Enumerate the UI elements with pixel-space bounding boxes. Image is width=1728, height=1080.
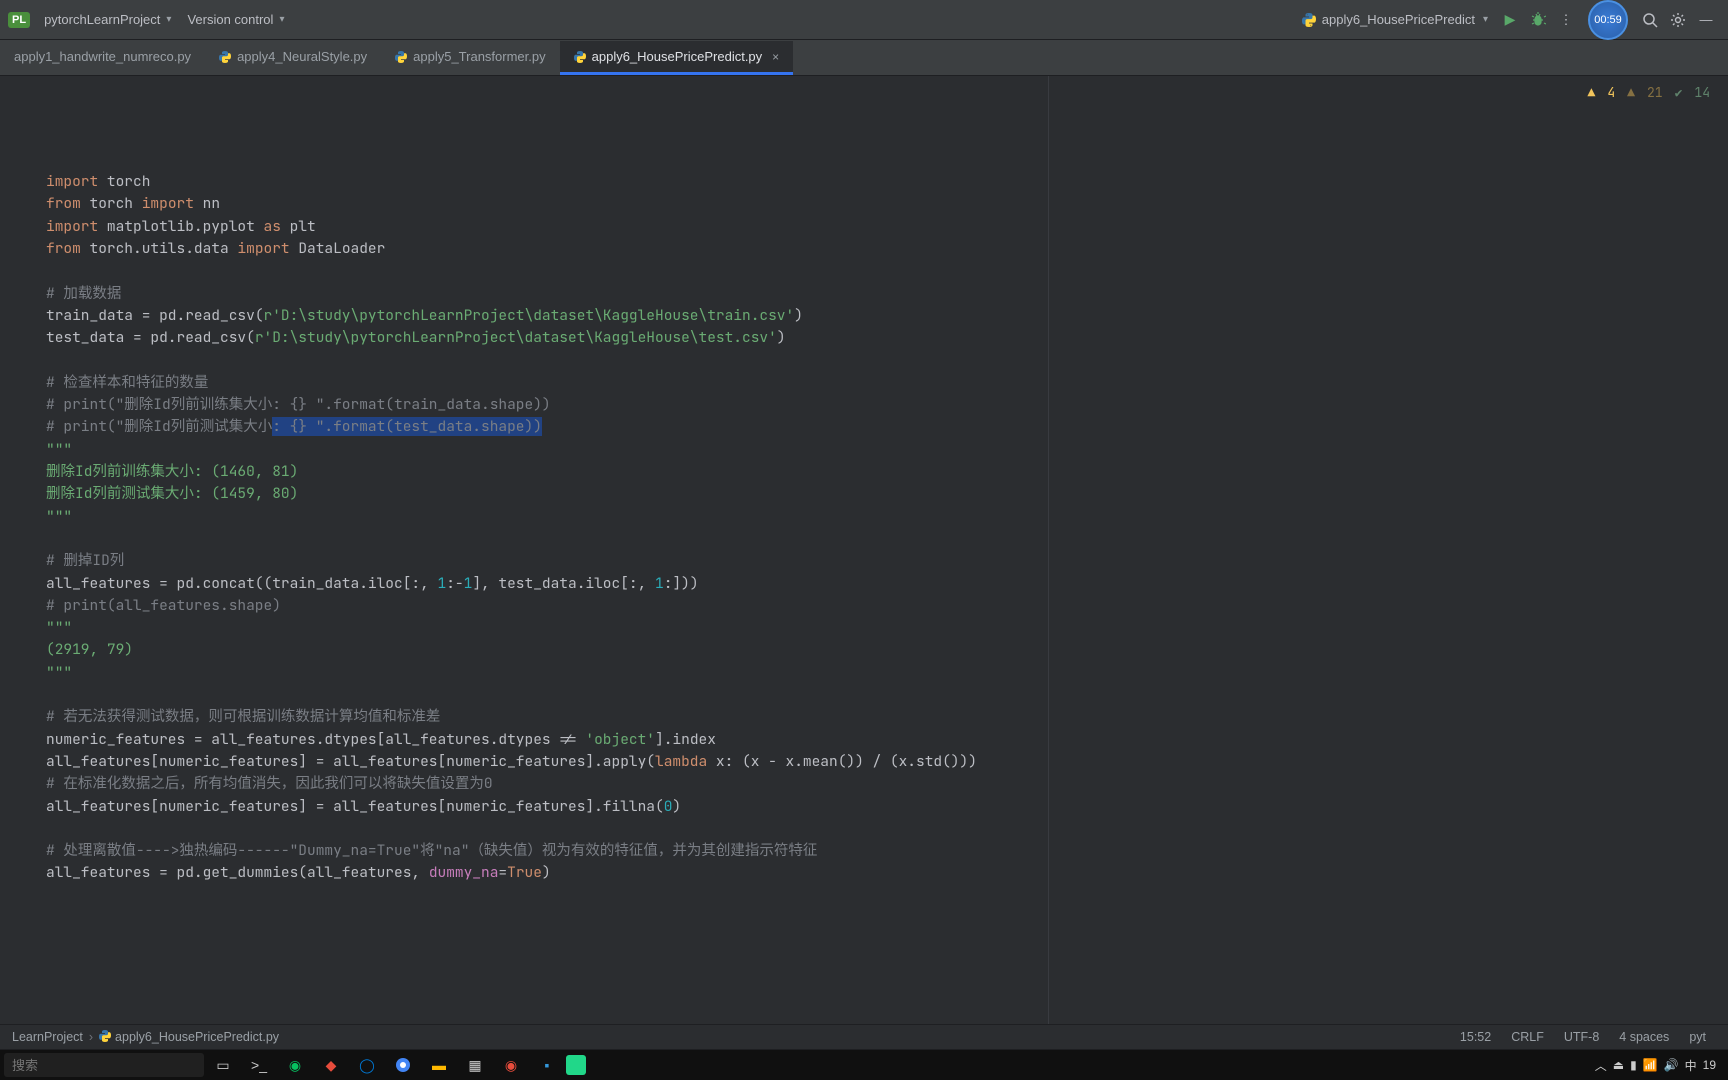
right-margin-line	[1048, 76, 1049, 1024]
tab-apply4[interactable]: apply4_NeuralStyle.py	[205, 41, 381, 75]
python-icon	[1302, 13, 1316, 27]
tray-usb-icon[interactable]: ⏏	[1613, 1058, 1624, 1072]
status-interpreter[interactable]: pyt	[1679, 1030, 1716, 1044]
tab-apply6[interactable]: apply6_HousePricePredict.py ×	[560, 41, 794, 75]
tab-apply5[interactable]: apply5_Transformer.py	[381, 41, 559, 75]
play-icon: ▶	[1505, 11, 1516, 28]
vcs-label: Version control	[187, 12, 273, 27]
code-area[interactable]: ▲4 ▲21 ✔14 import torchfrom torch import…	[38, 76, 1728, 1024]
app-icon-2[interactable]: ▦	[458, 1052, 492, 1078]
navbar: LearnProject › apply6_HousePricePredict.…	[0, 1024, 1728, 1050]
editor-tabs: apply1_handwrite_numreco.py apply4_Neura…	[0, 40, 1728, 76]
python-icon	[574, 51, 586, 63]
minimize-icon: —	[1700, 12, 1713, 27]
chevron-down-icon: ▾	[1483, 14, 1488, 25]
settings-button[interactable]	[1664, 6, 1692, 34]
gear-icon	[1670, 12, 1686, 28]
tab-label: apply1_handwrite_numreco.py	[14, 49, 191, 64]
tray-battery-icon[interactable]: ▮	[1630, 1058, 1637, 1072]
weak-warning-count: 21	[1647, 82, 1663, 104]
os-search-input[interactable]	[4, 1053, 204, 1077]
vcs-selector[interactable]: Version control ▾	[179, 8, 292, 31]
app-icon-3[interactable]: ◉	[494, 1052, 528, 1078]
python-icon	[395, 51, 407, 63]
breadcrumb-file[interactable]: apply6_HousePricePredict.py	[115, 1030, 279, 1044]
tray-volume-icon[interactable]: 🔊	[1664, 1058, 1679, 1072]
run-button[interactable]: ▶	[1496, 6, 1524, 34]
tray-wifi-icon[interactable]: 📶	[1643, 1058, 1658, 1072]
warning-count: 4	[1607, 82, 1615, 104]
wechat-icon[interactable]: ◉	[278, 1052, 312, 1078]
titlebar: PL pytorchLearnProject ▾ Version control…	[0, 0, 1728, 40]
debug-button[interactable]	[1524, 6, 1552, 34]
run-config-name: apply6_HousePricePredict	[1322, 12, 1475, 27]
bug-icon	[1530, 12, 1546, 28]
typo-count: 14	[1694, 82, 1710, 104]
typo-icon: ✔	[1675, 82, 1683, 104]
minimize-button[interactable]: —	[1692, 6, 1720, 34]
tray-date[interactable]: 19	[1703, 1058, 1716, 1072]
chevron-down-icon: ▾	[279, 14, 284, 25]
tab-label: apply4_NeuralStyle.py	[237, 49, 367, 64]
close-icon[interactable]: ×	[772, 50, 779, 64]
editor[interactable]: ▲4 ▲21 ✔14 import torchfrom torch import…	[0, 76, 1728, 1024]
edge-icon[interactable]: ◯	[350, 1052, 384, 1078]
tab-apply1[interactable]: apply1_handwrite_numreco.py	[0, 41, 205, 75]
os-taskbar: ▭ >_ ◉ ◆ ◯ ▬ ▦ ◉ ▪ ︿ ⏏ ▮ 📶 🔊 中 19	[0, 1050, 1728, 1080]
tray-ime[interactable]: 中	[1685, 1057, 1697, 1074]
chevron-right-icon: ›	[83, 1030, 99, 1044]
weak-warning-icon: ▲	[1627, 82, 1635, 104]
search-button[interactable]	[1636, 6, 1664, 34]
terminal-icon[interactable]: >_	[242, 1052, 276, 1078]
search-icon	[1642, 12, 1658, 28]
app-icon-4[interactable]: ▪	[530, 1052, 564, 1078]
python-icon	[99, 1030, 111, 1045]
tab-label: apply5_Transformer.py	[413, 49, 545, 64]
tab-label: apply6_HousePricePredict.py	[592, 49, 763, 64]
status-linesep[interactable]: CRLF	[1501, 1030, 1554, 1044]
pycharm-icon[interactable]	[566, 1055, 586, 1075]
project-selector[interactable]: pytorchLearnProject ▾	[36, 8, 179, 31]
status-indent[interactable]: 4 spaces	[1609, 1030, 1679, 1044]
kebab-icon: ⋮	[1560, 12, 1573, 28]
explorer-icon[interactable]: ▬	[422, 1052, 456, 1078]
warning-icon: ▲	[1588, 82, 1596, 104]
run-config-selector[interactable]: apply6_HousePricePredict ▾	[1294, 8, 1496, 31]
status-encoding[interactable]: UTF-8	[1554, 1030, 1609, 1044]
inspection-widget[interactable]: ▲ 4 ▲ 21 ✔ 14	[1588, 82, 1710, 104]
timer-badge[interactable]: 00:59	[1588, 0, 1628, 40]
project-name: pytorchLearnProject	[44, 12, 160, 27]
chrome-icon[interactable]	[386, 1052, 420, 1078]
breadcrumb-project[interactable]: LearnProject	[12, 1030, 83, 1044]
gutter[interactable]	[0, 76, 38, 1024]
status-time: 15:52	[1450, 1030, 1501, 1044]
chevron-down-icon: ▾	[166, 14, 171, 25]
taskview-icon[interactable]: ▭	[206, 1052, 240, 1078]
system-tray[interactable]: ︿ ⏏ ▮ 📶 🔊 中 19	[1595, 1057, 1724, 1074]
project-badge: PL	[8, 12, 30, 28]
more-actions-button[interactable]: ⋮	[1552, 6, 1580, 34]
tray-chevron-icon[interactable]: ︿	[1595, 1057, 1607, 1074]
app-icon-1[interactable]: ◆	[314, 1052, 348, 1078]
python-icon	[219, 51, 231, 63]
